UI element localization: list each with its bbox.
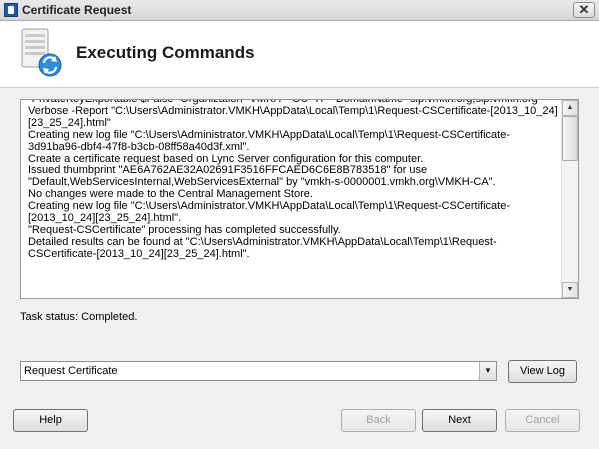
command-log-output[interactable]: -PrivateKeyExportable $False -Organizati… xyxy=(20,99,579,299)
log-text: -PrivateKeyExportable $False -Organizati… xyxy=(28,99,558,260)
help-button[interactable]: Help xyxy=(13,409,88,432)
server-sync-icon xyxy=(21,28,62,77)
vertical-scrollbar[interactable]: ▲ ▼ xyxy=(561,100,578,298)
certificate-app-icon xyxy=(4,3,18,17)
title-bar[interactable]: Certificate Request ✕ xyxy=(0,0,599,21)
chevron-down-icon[interactable]: ▼ xyxy=(479,362,496,380)
next-button[interactable]: Next xyxy=(422,409,497,432)
close-button[interactable]: ✕ xyxy=(573,2,595,18)
task-select-dropdown[interactable]: Request Certificate ▼ xyxy=(20,361,497,381)
cancel-button[interactable]: Cancel xyxy=(505,409,580,432)
view-log-button[interactable]: View Log xyxy=(508,360,577,383)
window-title: Certificate Request xyxy=(22,3,132,17)
task-select-value: Request Certificate xyxy=(24,365,118,377)
scroll-thumb[interactable] xyxy=(562,116,578,161)
scroll-up-button[interactable]: ▲ xyxy=(562,100,578,116)
task-status-label: Task status: Completed. xyxy=(20,311,138,323)
scroll-down-button[interactable]: ▼ xyxy=(562,282,578,298)
back-button[interactable]: Back xyxy=(341,409,416,432)
wizard-header: Executing Commands xyxy=(0,21,599,88)
page-title: Executing Commands xyxy=(76,43,255,62)
